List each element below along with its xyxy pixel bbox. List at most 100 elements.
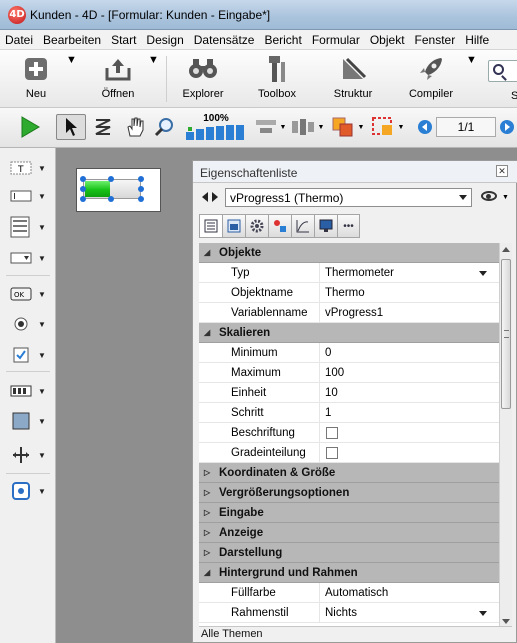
- palette-thermometer-tool[interactable]: ▼: [10, 381, 50, 401]
- palette-checkbox-tool[interactable]: ▼: [10, 345, 50, 365]
- palette-shape-tool[interactable]: ▼: [10, 411, 50, 431]
- chevron-down-icon[interactable]: [479, 611, 487, 616]
- tab-list[interactable]: [199, 214, 222, 238]
- eye-dropdown-icon[interactable]: ▼: [502, 194, 509, 201]
- eye-icon[interactable]: [481, 191, 497, 201]
- new-button[interactable]: Neu: [14, 54, 58, 100]
- resize-handle[interactable]: [80, 186, 86, 192]
- property-checkbox[interactable]: [326, 427, 338, 439]
- chevron-down-icon[interactable]: [479, 271, 487, 276]
- section-header[interactable]: ▷ Eingabe: [199, 503, 499, 523]
- menu-0[interactable]: Datei: [0, 30, 38, 50]
- property-value[interactable]: Thermo: [325, 283, 493, 303]
- arrange-button[interactable]: [330, 114, 356, 140]
- distribute-button[interactable]: [290, 114, 316, 140]
- object-selector[interactable]: vProgress1 (Thermo): [225, 188, 472, 207]
- menu-7[interactable]: Objekt: [365, 30, 410, 50]
- select-tool-button[interactable]: [56, 114, 86, 140]
- section-header[interactable]: ▷ Koordinaten & Größe: [199, 463, 499, 483]
- tab-objects[interactable]: [268, 214, 291, 238]
- run-form-button[interactable]: [16, 114, 44, 140]
- chevron-down-icon[interactable]: ◢: [204, 323, 210, 343]
- section-header[interactable]: ◢ Objekte: [199, 243, 499, 263]
- close-icon[interactable]: ✕: [496, 165, 508, 177]
- menu-3[interactable]: Design: [141, 30, 188, 50]
- scroll-thumb[interactable]: [501, 259, 511, 409]
- resize-handle[interactable]: [138, 186, 144, 192]
- property-value[interactable]: Thermometer: [325, 263, 493, 283]
- zoom-tool-button[interactable]: [152, 114, 178, 140]
- theme-filter[interactable]: Alle Themen: [199, 626, 512, 642]
- palette-radio-tool[interactable]: ▼: [10, 314, 50, 334]
- resize-handle[interactable]: [138, 176, 144, 182]
- resize-handle[interactable]: [108, 196, 114, 202]
- section-header[interactable]: ◢ Skalieren: [199, 323, 499, 343]
- menu-6[interactable]: Formular: [307, 30, 365, 50]
- new-dropdown-icon[interactable]: ▼: [66, 54, 77, 66]
- chevron-down-icon[interactable]: ◢: [204, 243, 210, 263]
- palette-button-tool[interactable]: OK ▼: [10, 284, 50, 304]
- vertical-scrollbar[interactable]: [499, 243, 512, 628]
- property-value[interactable]: 1: [325, 403, 493, 423]
- property-value[interactable]: Automatisch: [325, 583, 493, 603]
- property-value[interactable]: 100: [325, 363, 493, 383]
- tab-graph[interactable]: [291, 214, 314, 238]
- resize-handle[interactable]: [108, 176, 114, 182]
- open-dropdown-icon[interactable]: ▼: [148, 54, 159, 66]
- next-page-button[interactable]: [498, 114, 516, 140]
- tab-properties[interactable]: [222, 214, 245, 238]
- arrange-dropdown-icon[interactable]: ▼: [356, 114, 366, 140]
- group-button[interactable]: [370, 114, 396, 140]
- palette-input-tool[interactable]: ▼: [10, 186, 50, 206]
- palette-text-tool[interactable]: T ▼: [10, 158, 50, 178]
- palette-combobox-tool[interactable]: ▼: [10, 248, 50, 268]
- scroll-up-icon[interactable]: [502, 247, 510, 252]
- distribute-dropdown-icon[interactable]: ▼: [316, 114, 326, 140]
- property-value[interactable]: 10: [325, 383, 493, 403]
- chevron-right-icon[interactable]: ▷: [204, 523, 210, 543]
- palette-plugin-tool[interactable]: ▼: [10, 481, 50, 501]
- chevron-right-icon[interactable]: ▷: [204, 503, 210, 523]
- chevron-down-icon[interactable]: ◢: [204, 563, 210, 583]
- section-header[interactable]: ◢ Hintergrund und Rahmen: [199, 563, 499, 583]
- resize-handle[interactable]: [80, 196, 86, 202]
- resize-handle[interactable]: [80, 176, 86, 182]
- section-header[interactable]: ▷ Darstellung: [199, 543, 499, 563]
- menu-2[interactable]: Start: [106, 30, 141, 50]
- previous-page-button[interactable]: [416, 114, 434, 140]
- toolbox-button[interactable]: Toolbox: [252, 54, 302, 100]
- tab-settings[interactable]: [245, 214, 268, 238]
- next-object-icon[interactable]: [212, 192, 218, 202]
- form-area[interactable]: [76, 168, 161, 212]
- hand-tool-button[interactable]: [122, 114, 148, 140]
- search-input[interactable]: [488, 60, 517, 82]
- property-value[interactable]: vProgress1: [325, 303, 493, 323]
- menu-8[interactable]: Fenster: [410, 30, 461, 50]
- tab-display[interactable]: [314, 214, 337, 238]
- section-header[interactable]: ▷ Anzeige: [199, 523, 499, 543]
- palette-splitter-tool[interactable]: ▼: [10, 445, 50, 465]
- compiler-dropdown-icon[interactable]: ▼: [466, 54, 477, 66]
- compiler-button[interactable]: Compiler: [404, 54, 458, 100]
- menu-1[interactable]: Bearbeiten: [38, 30, 106, 50]
- entry-order-button[interactable]: [90, 114, 116, 140]
- explorer-button[interactable]: Explorer: [178, 54, 228, 100]
- property-checkbox[interactable]: [326, 447, 338, 459]
- chevron-right-icon[interactable]: ▷: [204, 463, 210, 483]
- align-button[interactable]: [254, 114, 278, 140]
- property-value[interactable]: 0: [325, 343, 493, 363]
- align-dropdown-icon[interactable]: ▼: [278, 114, 288, 140]
- property-value[interactable]: Nichts: [325, 603, 493, 623]
- group-dropdown-icon[interactable]: ▼: [396, 114, 406, 140]
- scroll-down-icon[interactable]: [502, 619, 510, 624]
- previous-object-icon[interactable]: [202, 192, 208, 202]
- menu-9[interactable]: Hilfe: [460, 30, 494, 50]
- chevron-right-icon[interactable]: ▷: [204, 483, 210, 503]
- chevron-right-icon[interactable]: ▷: [204, 543, 210, 563]
- menu-5[interactable]: Bericht: [259, 30, 306, 50]
- zoom-level-control[interactable]: 100%: [184, 114, 248, 140]
- structure-button[interactable]: Struktur: [328, 54, 378, 100]
- resize-handle[interactable]: [138, 196, 144, 202]
- palette-list-tool[interactable]: ▼: [10, 214, 50, 240]
- open-button[interactable]: Öffnen: [96, 54, 140, 100]
